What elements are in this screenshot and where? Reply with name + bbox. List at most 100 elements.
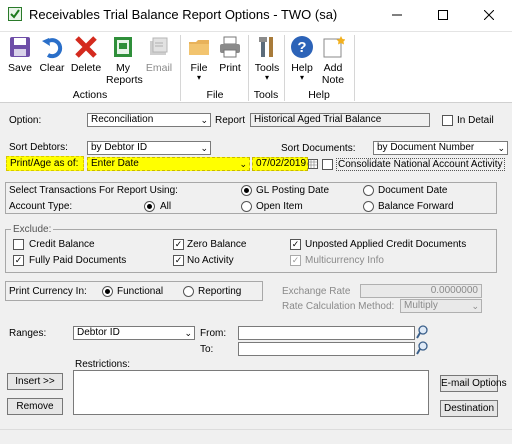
clear-icon [40, 35, 64, 59]
email-button[interactable]: Email [144, 35, 174, 74]
from-field[interactable] [238, 326, 415, 340]
to-field[interactable] [238, 342, 415, 356]
help-icon: ? [290, 35, 314, 59]
svg-text:?: ? [297, 39, 306, 56]
consolidate-checkbox[interactable] [322, 159, 333, 170]
print-age-select[interactable]: Enter Date ⌄ [87, 157, 250, 171]
multicurrency-checkbox: ✓ [290, 255, 301, 266]
gl-posting-date-label: GL Posting Date [256, 185, 330, 196]
lookup-icon[interactable] [416, 341, 428, 355]
reporting-label: Reporting [198, 286, 242, 297]
zero-balance-checkbox[interactable]: ✓ [173, 239, 184, 250]
all-radio[interactable] [144, 201, 155, 212]
restrictions-label: Restrictions: [75, 359, 131, 370]
destination-button[interactable]: Destination [440, 400, 498, 417]
functional-radio[interactable] [102, 286, 113, 297]
close-button[interactable] [466, 3, 512, 27]
help-menu-button[interactable]: ? Help ▾ [288, 35, 316, 82]
all-label: All [160, 201, 172, 212]
balance-forward-radio[interactable] [363, 201, 374, 212]
save-icon [8, 35, 32, 59]
open-item-label: Open Item [256, 201, 303, 212]
unposted-checkbox[interactable]: ✓ [290, 239, 301, 250]
sort-documents-select[interactable]: by Document Number ⌄ [373, 141, 508, 155]
exclude-box [5, 229, 497, 273]
chevron-down-icon: ▾ [196, 73, 201, 82]
document-date-label: Document Date [378, 185, 448, 196]
email-options-button[interactable]: E-mail Options [440, 375, 507, 392]
actions-group-label: Actions [72, 89, 108, 101]
balance-forward-label: Balance Forward [378, 201, 454, 212]
status-strip [0, 429, 512, 444]
printer-icon [218, 35, 242, 59]
my-reports-button[interactable]: My Reports [106, 35, 143, 86]
in-detail-checkbox[interactable] [442, 115, 453, 126]
open-item-radio[interactable] [241, 201, 252, 212]
chevron-down-icon: ⌄ [184, 328, 192, 338]
date-field[interactable]: 07/02/2019 [252, 157, 308, 171]
credit-balance-label: Credit Balance [29, 239, 95, 250]
zero-balance-label: Zero Balance [187, 239, 247, 250]
note-icon [321, 35, 346, 59]
chevron-down-icon: ⌄ [200, 143, 208, 153]
chevron-down-icon: ▾ [299, 73, 304, 82]
restrictions-list[interactable] [73, 370, 429, 415]
sort-documents-label: Sort Documents: [281, 143, 356, 154]
credit-balance-checkbox[interactable] [13, 239, 24, 250]
add-note-button[interactable]: Add Note [318, 35, 348, 86]
print-currency-label: Print Currency In: [9, 286, 87, 297]
chevron-down-icon: ⌄ [239, 159, 247, 169]
delete-button[interactable]: Delete [70, 35, 102, 74]
unposted-label: Unposted Applied Credit Documents [305, 239, 467, 250]
document-date-radio[interactable] [363, 185, 374, 196]
consolidate-label: Consolidate National Account Activity [336, 158, 505, 171]
report-label: Report [215, 115, 246, 126]
ranges-select[interactable]: Debtor ID ⌄ [73, 326, 195, 340]
clear-button[interactable]: Clear [38, 35, 66, 74]
insert-button[interactable]: Insert >> [7, 373, 63, 390]
sort-debtors-select[interactable]: by Debtor ID ⌄ [87, 141, 211, 155]
gl-posting-date-radio[interactable] [241, 185, 252, 196]
no-activity-label: No Activity [187, 255, 234, 266]
minimize-button[interactable] [374, 3, 420, 27]
rate-calc-label: Rate Calculation Method: [282, 301, 395, 312]
ribbon: Save Clear Delete My Reports Email Actio… [0, 31, 512, 103]
email-icon [147, 35, 171, 59]
exclude-label: Exclude: [11, 224, 54, 235]
print-button[interactable]: Print [216, 35, 244, 74]
title-bar: Receivables Trial Balance Report Options… [0, 0, 512, 31]
app-icon [8, 7, 22, 21]
remove-button[interactable]: Remove [7, 398, 63, 415]
lookup-icon[interactable] [416, 325, 428, 339]
tools-menu-button[interactable]: Tools ▾ [252, 35, 282, 82]
calendar-icon[interactable] [308, 158, 318, 169]
ranges-label: Ranges: [9, 328, 47, 339]
to-label: To: [200, 344, 214, 355]
maximize-button[interactable] [420, 3, 466, 27]
option-select[interactable]: Reconciliation ⌄ [87, 113, 211, 127]
from-label: From: [200, 328, 227, 339]
save-button[interactable]: Save [6, 35, 34, 74]
report-value: Historical Aged Trial Balance [250, 113, 430, 127]
print-age-label: Print/Age as of: [6, 156, 84, 171]
chevron-down-icon: ⌄ [497, 143, 505, 153]
chevron-down-icon: ▾ [264, 73, 269, 82]
tools-group-label: Tools [253, 89, 279, 101]
exchange-rate-label: Exchange Rate [282, 286, 351, 297]
fully-paid-checkbox[interactable]: ✓ [13, 255, 24, 266]
file-menu-button[interactable]: File ▾ [185, 35, 213, 82]
folder-icon [187, 35, 211, 59]
no-activity-checkbox[interactable]: ✓ [173, 255, 184, 266]
file-group-label: File [206, 89, 224, 101]
multicurrency-label: Multicurrency Info [305, 255, 384, 266]
exchange-rate-field: 0.0000000 [360, 284, 482, 298]
account-type-label: Account Type: [9, 201, 73, 212]
reporting-radio[interactable] [183, 286, 194, 297]
option-label: Option: [9, 115, 42, 126]
chevron-down-icon: ⌄ [471, 301, 479, 311]
sort-debtors-label: Sort Debtors: [9, 142, 68, 153]
report-options-form: Option: Reconciliation ⌄ Report Historica… [0, 103, 512, 444]
fully-paid-label: Fully Paid Documents [29, 255, 127, 266]
help-group-label: Help [308, 89, 330, 101]
select-transactions-label: Select Transactions For Report Using: [9, 185, 178, 196]
